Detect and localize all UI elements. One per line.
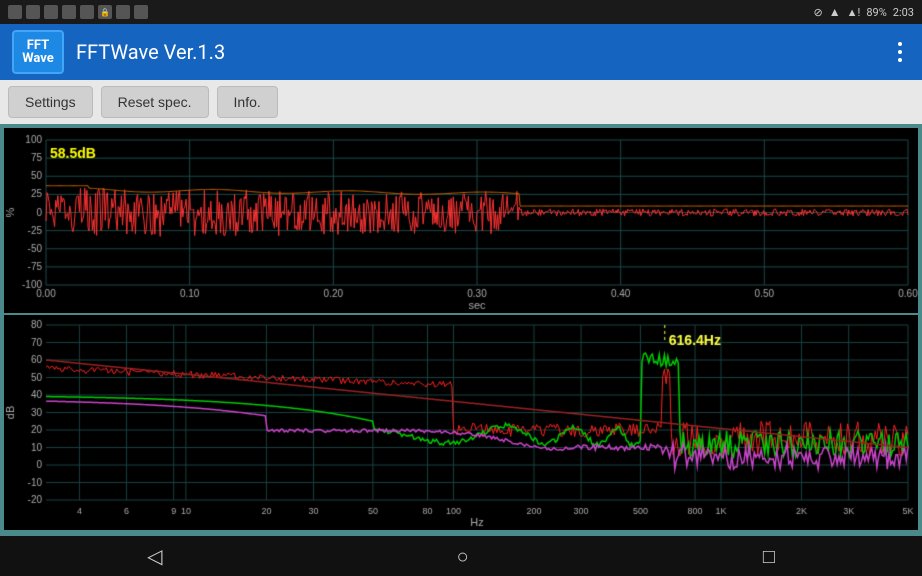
wave-text: Wave xyxy=(22,52,54,65)
app-title: FFTWave Ver.1.3 xyxy=(76,40,890,64)
wave-canvas xyxy=(4,128,918,313)
app-icon-4 xyxy=(62,5,76,19)
reset-spec-button[interactable]: Reset spec. xyxy=(101,86,209,118)
nav-bar: ◁ ○ □ xyxy=(0,536,922,576)
app-icon-5 xyxy=(80,5,94,19)
app-icon-8 xyxy=(134,5,148,19)
settings-button[interactable]: Settings xyxy=(8,86,93,118)
overflow-menu-button[interactable] xyxy=(890,34,910,70)
app-icon-3 xyxy=(44,5,58,19)
status-icons-right: ⊘ ▲ ▲! 89% 2:03 xyxy=(814,5,914,19)
app-icon-fftwave: FFT Wave xyxy=(12,30,64,74)
app-icon-7 xyxy=(116,5,130,19)
time-display: 2:03 xyxy=(893,6,914,19)
no-sim-icon: ⊘ xyxy=(814,6,823,19)
battery-level: 89% xyxy=(866,6,886,19)
charts-area xyxy=(0,124,922,536)
dot1 xyxy=(898,42,902,46)
recent-button[interactable]: □ xyxy=(723,540,815,573)
status-bar: 🔒 ⊘ ▲ ▲! 89% 2:03 xyxy=(0,0,922,24)
home-button[interactable]: ○ xyxy=(417,540,509,573)
wifi-icon: ▲ xyxy=(829,5,841,19)
status-icons-left: 🔒 xyxy=(8,5,148,19)
wave-chart xyxy=(4,128,918,313)
dot3 xyxy=(898,58,902,62)
app-bar: FFT Wave FFTWave Ver.1.3 xyxy=(0,24,922,80)
info-button[interactable]: Info. xyxy=(217,86,278,118)
fft-canvas xyxy=(4,315,918,530)
back-button[interactable]: ◁ xyxy=(107,540,202,572)
signal-icon: ▲! xyxy=(847,6,861,19)
app-icon-1 xyxy=(8,5,22,19)
dot2 xyxy=(898,50,902,54)
toolbar: Settings Reset spec. Info. xyxy=(0,80,922,124)
fft-chart xyxy=(4,315,918,530)
app-icon-2 xyxy=(26,5,40,19)
app-icon-6: 🔒 xyxy=(98,5,112,19)
